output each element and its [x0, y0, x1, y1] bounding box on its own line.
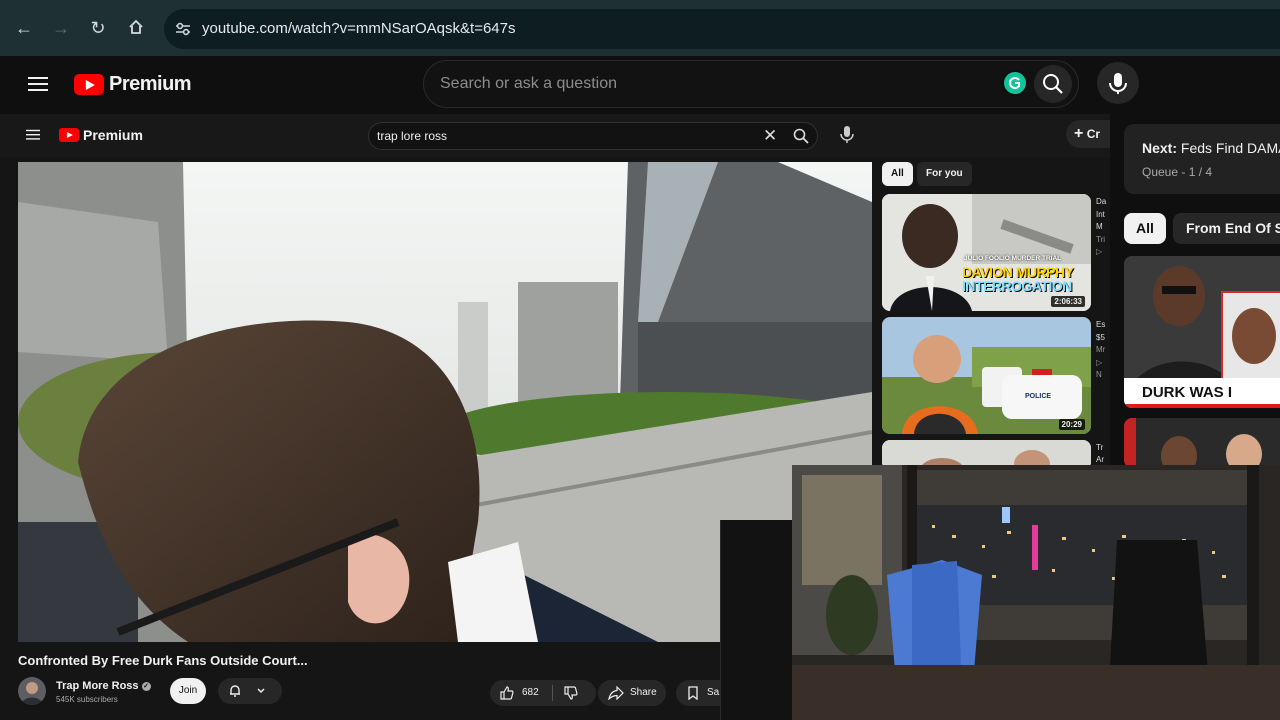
webcam-overlay	[792, 465, 1280, 720]
rec-1-meta-line: Tri	[1096, 234, 1106, 244]
rec-2-duration: 20:29	[1058, 419, 1085, 430]
rec-1-overlay-small: JULIO FOOLIO MURDER TRIAL	[964, 255, 1062, 262]
rec-3-meta[interactable]: Tr Ar	[1096, 442, 1104, 466]
youtube-logo-icon	[74, 74, 104, 95]
save-label: Sa	[707, 687, 720, 698]
rec-thumbnail-1[interactable]: JULIO FOOLIO MURDER TRIAL DAVION MURPHY …	[882, 194, 1091, 311]
rec-1-meta-line: Da	[1096, 197, 1107, 206]
bell-icon	[230, 685, 240, 697]
rec-thumbnail-2-image	[882, 317, 1091, 434]
chip-for-you[interactable]: For you	[917, 162, 972, 186]
search-input[interactable]: Search or ask a question	[423, 60, 1079, 108]
share-label: Share	[630, 687, 657, 698]
url-text[interactable]: youtube.com/watch?v=mmNSarOAqsk&t=647s	[202, 20, 515, 37]
right-thumbnail-2[interactable]	[1124, 418, 1280, 468]
create-label: Cr	[1086, 127, 1101, 141]
chip-all[interactable]: All	[882, 162, 913, 186]
like-button[interactable]: 682	[490, 680, 552, 706]
inner-youtube-logo-icon	[59, 128, 79, 142]
right-chip-all[interactable]: All	[1124, 213, 1166, 244]
clear-search-icon[interactable]: ✕	[763, 126, 777, 146]
like-count: 682	[522, 687, 539, 698]
logo-text: Premium	[109, 73, 192, 95]
thumbs-down-icon[interactable]	[564, 686, 578, 700]
rec-3-meta-line: Tr	[1096, 443, 1104, 452]
inner-search-input[interactable]: trap lore ross ✕	[368, 122, 818, 150]
rec-2-overlay: POLICE	[1025, 393, 1052, 400]
address-bar[interactable]: youtube.com/watch?v=mmNSarOAqsk&t=647s	[164, 9, 1280, 49]
site-settings-icon[interactable]	[174, 20, 192, 38]
stream-overlay-panel	[720, 520, 792, 720]
reload-icon[interactable]: ↻	[88, 18, 108, 38]
rec-1-meta-line: M	[1096, 222, 1103, 231]
youtube-premium-logo[interactable]: Premium	[74, 73, 192, 96]
inner-logo[interactable]: Premium	[59, 127, 143, 143]
browser-toolbar: ← → ↻ youtube.com/watch?v=mmNSarOAqsk&t=…	[0, 0, 1280, 56]
rec-1-duration: 2:06:33	[1051, 296, 1085, 307]
rec-1-meta-line: Int	[1096, 209, 1105, 219]
rec-thumbnail-2[interactable]: POLICE 20:29	[882, 317, 1091, 434]
video-title: Confronted By Free Durk Fans Outside Cou…	[18, 653, 308, 668]
forward-icon[interactable]: →	[51, 18, 71, 38]
grammarly-icon[interactable]	[1002, 70, 1028, 96]
next-label: Next:	[1142, 140, 1178, 156]
home-icon[interactable]	[126, 18, 146, 38]
inner-mic-icon[interactable]	[838, 124, 856, 146]
inner-search-icon[interactable]	[792, 127, 810, 145]
rec-2-meta-line: N	[1096, 370, 1102, 379]
rec-2-meta-line: ▷	[1096, 357, 1103, 367]
next-title: Feds Find DAMA	[1180, 140, 1280, 156]
share-button[interactable]: Share	[598, 680, 666, 706]
verified-icon: ✓	[141, 681, 151, 691]
voice-search-icon[interactable]	[1097, 62, 1139, 104]
divider	[552, 685, 553, 701]
rec-2-meta-line: Mr	[1096, 345, 1106, 354]
rec-2-meta-line: Es	[1096, 320, 1106, 329]
search-icon[interactable]	[1034, 65, 1072, 103]
thumbs-up-icon	[500, 686, 514, 700]
plus-icon: +	[1074, 125, 1084, 142]
right-thumbnail-2-image	[1124, 418, 1280, 468]
channel-name-row[interactable]: Trap More Ross ✓	[56, 680, 151, 692]
right-thumbnail-1-text: DURK WAS I	[1142, 384, 1232, 401]
create-button[interactable]: + Cr	[1066, 120, 1110, 148]
inner-youtube-header: Premium trap lore ross ✕ + Cr	[0, 114, 1110, 158]
rec-2-meta[interactable]: Es $5 Mr ▷ N	[1096, 319, 1105, 382]
inner-search-query: trap lore ross	[377, 129, 448, 143]
subscribed-button[interactable]	[218, 678, 282, 704]
chevron-down-icon	[257, 688, 265, 694]
channel-name: Trap More Ross	[56, 680, 139, 692]
inner-logo-text: Premium	[83, 127, 143, 143]
inner-menu-icon[interactable]	[26, 127, 40, 142]
webcam-feed	[792, 465, 1280, 720]
up-next-queue[interactable]: Next: Feds Find DAMA Queue - 1 / 4	[1124, 124, 1280, 194]
rec-2-meta-line: $5	[1096, 332, 1105, 342]
right-chip-from-end[interactable]: From End Of S	[1173, 213, 1280, 244]
rec-1-meta-line: ▷	[1096, 247, 1103, 256]
right-thumbnail-1[interactable]: DURK WAS I	[1124, 256, 1280, 408]
rec-1-meta[interactable]: Da Int M Tri ▷	[1096, 196, 1106, 259]
bookmark-icon	[688, 686, 698, 700]
channel-avatar[interactable]	[18, 677, 46, 705]
rec-1-overlay-title: INTERROGATION	[962, 278, 1072, 294]
menu-icon[interactable]	[28, 73, 48, 95]
up-next-row: Next: Feds Find DAMA	[1142, 140, 1280, 156]
youtube-header: Premium Search or ask a question	[0, 56, 1280, 114]
back-icon[interactable]: ←	[14, 18, 34, 38]
join-button[interactable]: Join	[170, 678, 206, 704]
queue-position: Queue - 1 / 4	[1142, 165, 1213, 179]
subscriber-count: 545K subscribers	[56, 695, 118, 704]
search-placeholder: Search or ask a question	[440, 75, 617, 92]
like-dislike-group: 682	[490, 680, 596, 706]
share-icon	[608, 686, 624, 700]
